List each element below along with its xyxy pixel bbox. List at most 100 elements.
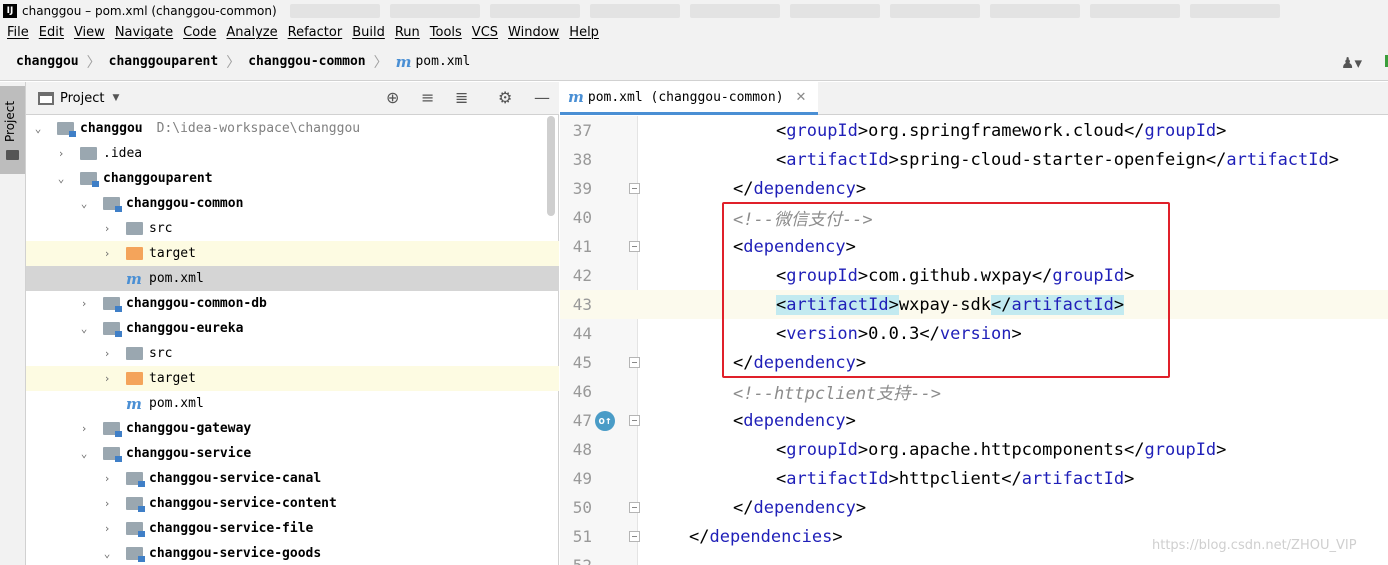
menu-vcs[interactable]: VCS (468, 25, 502, 40)
menu-refactor[interactable]: Refactor (284, 25, 347, 40)
chevron-right-icon[interactable]: › (101, 222, 113, 235)
tree-node-changgou-service-file[interactable]: › changgou-service-file (26, 516, 559, 541)
tree-node-changgou-service-canal[interactable]: › changgou-service-canal (26, 466, 559, 491)
chevron-right-icon[interactable]: › (101, 347, 113, 360)
tree-node-changgou[interactable]: ⌄ changgou D:\idea-workspace\changgou (26, 116, 559, 141)
tree-label: changgou (80, 121, 143, 136)
editor-tab-pom-xml[interactable]: m pom.xml (changgou-common) ✕ (560, 82, 818, 115)
collapse-all-icon[interactable]: ≣ (455, 88, 468, 107)
tree-node-idea[interactable]: › .idea (26, 141, 559, 166)
project-scrollbar[interactable] (547, 116, 555, 216)
hide-icon[interactable]: — (534, 88, 550, 107)
module-folder-icon (103, 447, 122, 462)
gear-icon[interactable]: ⚙ (498, 88, 512, 107)
chevron-down-icon[interactable]: ⌄ (101, 547, 113, 560)
chevron-right-icon[interactable]: › (101, 472, 113, 485)
project-view-title[interactable]: Project (60, 91, 104, 106)
chevron-right-icon[interactable]: › (78, 297, 90, 310)
locate-icon[interactable]: ⊕ (386, 88, 399, 107)
line-number: 43 (572, 295, 592, 314)
code-text: </dependency> (733, 178, 867, 199)
code-text: </dependency> (733, 497, 867, 518)
code-comment: <!--httpclient支持--> (733, 384, 941, 404)
tree-node-target[interactable]: › target (26, 366, 559, 391)
menu-file[interactable]: File (3, 25, 33, 40)
expand-all-icon[interactable]: ≡ (421, 88, 434, 107)
tree-node-changgou-common[interactable]: ⌄ changgou-common (26, 191, 559, 216)
tree-node-src[interactable]: › src (26, 341, 559, 366)
close-icon[interactable]: ✕ (796, 90, 807, 105)
menu-view[interactable]: View (70, 25, 109, 40)
excluded-folder-icon (126, 372, 143, 385)
maven-icon: m (395, 52, 412, 71)
tree-label: target (149, 371, 196, 386)
tree-node-changgou-service-content[interactable]: › changgou-service-content (26, 491, 559, 516)
tree-node-changgouparent[interactable]: ⌄ changgouparent (26, 166, 559, 191)
chevron-down-icon[interactable]: ⌄ (78, 197, 90, 210)
chevron-down-icon[interactable]: ⌄ (32, 122, 44, 135)
code-text: <artifactId>spring-cloud-starter-openfei… (776, 149, 1339, 170)
chevron-right-icon[interactable]: › (101, 497, 113, 510)
user-account-icon[interactable]: ♟▾ (1341, 54, 1362, 72)
tree-label: changgou-service-goods (149, 546, 322, 561)
chevron-right-icon[interactable]: › (101, 372, 113, 385)
menu-window[interactable]: Window (504, 25, 563, 40)
fold-marker-icon[interactable] (629, 241, 640, 252)
line-number: 44 (572, 324, 592, 343)
menu-navigate[interactable]: Navigate (111, 25, 177, 40)
tree-node-changgou-service[interactable]: ⌄ changgou-service (26, 441, 559, 466)
fold-marker-icon[interactable] (629, 531, 640, 542)
breadcrumb-changgouparent[interactable]: changgouparent (109, 54, 219, 69)
breadcrumb-separator: 〉 (86, 54, 101, 71)
menu-edit[interactable]: Edit (35, 25, 68, 40)
code-text: </dependencies> (689, 526, 843, 547)
chevron-down-icon[interactable]: ⌄ (55, 172, 67, 185)
tree-label: changgou-common-db (126, 296, 267, 311)
fold-marker-icon[interactable] (629, 357, 640, 368)
menu-help[interactable]: Help (565, 25, 603, 40)
breadcrumb-changgou-common[interactable]: changgou-common (248, 54, 365, 69)
tree-node-changgou-gateway[interactable]: › changgou-gateway (26, 416, 559, 441)
editor-tab-bar: m pom.xml (changgou-common) ✕ (560, 82, 1388, 115)
background-tab (390, 4, 480, 18)
breadcrumb-changgou[interactable]: changgou (16, 54, 79, 69)
tree-label: changgou-gateway (126, 421, 252, 436)
code-line: 46 <!--httpclient支持--> (560, 377, 1388, 406)
overrides-icon[interactable]: o↑ (595, 410, 615, 431)
menu-analyze[interactable]: Analyze (222, 25, 281, 40)
maven-icon: m (568, 88, 584, 106)
tree-node-changgou-eureka[interactable]: ⌄ changgou-eureka (26, 316, 559, 341)
background-tab (1190, 4, 1280, 18)
tree-node-changgou-common-db[interactable]: › changgou-common-db (26, 291, 559, 316)
menu-code[interactable]: Code (179, 25, 220, 40)
chevron-right-icon[interactable]: › (101, 247, 113, 260)
tree-label: .idea (103, 146, 143, 161)
breadcrumb: changgou 〉 changgouparent 〉 changgou-com… (0, 43, 1388, 81)
fold-marker-icon[interactable] (629, 183, 640, 194)
excluded-folder-icon (126, 247, 143, 260)
fold-marker-icon[interactable] (629, 502, 640, 513)
chevron-right-icon[interactable]: › (55, 147, 67, 160)
line-number: 45 (572, 353, 592, 372)
chevron-right-icon[interactable]: › (101, 522, 113, 535)
tree-node-changgou-service-goods[interactable]: ⌄ changgou-service-goods (26, 541, 559, 565)
background-tab (790, 4, 880, 18)
background-tab (490, 4, 580, 18)
tree-node-pom-xml-selected[interactable]: m pom.xml (26, 266, 559, 291)
folder-icon (6, 150, 19, 160)
chevron-down-icon[interactable]: ⌄ (78, 447, 90, 460)
breadcrumb-pom-xml[interactable]: pom.xml (415, 54, 470, 69)
menu-run[interactable]: Run (391, 25, 424, 40)
tree-node-src[interactable]: › src (26, 216, 559, 241)
code-line: 38 <artifactId>spring-cloud-starter-open… (560, 145, 1388, 174)
chevron-down-icon[interactable]: ▼ (112, 93, 119, 103)
tree-node-target[interactable]: › target (26, 241, 559, 266)
menu-build[interactable]: Build (348, 25, 389, 40)
menu-tools[interactable]: Tools (426, 25, 466, 40)
chevron-down-icon[interactable]: ⌄ (78, 322, 90, 335)
tree-label: src (149, 221, 173, 236)
fold-marker-icon[interactable] (629, 415, 640, 426)
tree-node-pom-xml[interactable]: m pom.xml (26, 391, 559, 416)
line-number: 39 (572, 179, 592, 198)
chevron-right-icon[interactable]: › (78, 422, 90, 435)
